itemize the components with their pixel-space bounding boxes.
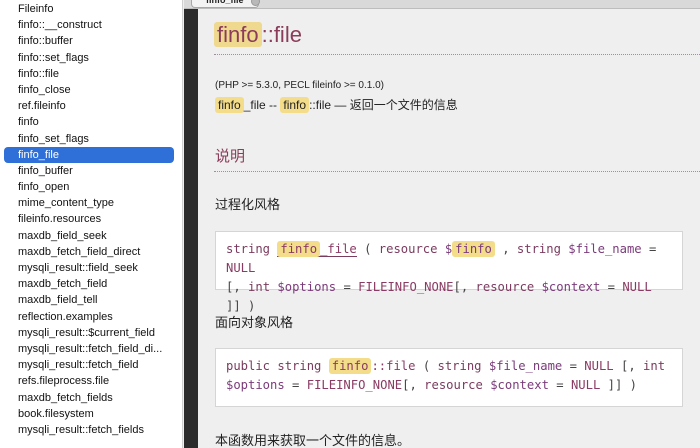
search-highlight: finfo: [277, 241, 321, 257]
method-name-rest: ::file: [371, 359, 416, 373]
param-type: resource: [475, 280, 535, 294]
sidebar-item[interactable]: mysqli_result::field_seek: [0, 260, 182, 276]
param-type: int: [643, 359, 666, 373]
param-default: FILEINFO_NONE: [358, 280, 454, 294]
param-var: $context: [541, 280, 601, 294]
sidebar-list: Fileinfo finfo::__construct finfo::buffer f…: [0, 0, 182, 438]
sidebar-item[interactable]: mysqli_result::fetch_fields: [0, 422, 182, 438]
search-highlight: finfo: [215, 97, 244, 113]
param-var: $file_name: [488, 359, 563, 373]
page-title-rest: ::file: [261, 22, 302, 47]
sidebar-item[interactable]: finfo::__construct: [0, 17, 182, 33]
page-title: finfo::file: [214, 22, 302, 48]
search-highlight: finfo: [214, 22, 262, 47]
sidebar-item[interactable]: finfo_close: [0, 82, 182, 98]
param-default: NULL: [226, 261, 256, 275]
sidebar-divider[interactable]: [184, 0, 198, 448]
procedural-signature: string finfo _file ( resource $ finfo , st…: [215, 231, 683, 313]
tab-bar: finfo_file: [184, 0, 700, 9]
param-type: resource: [378, 242, 438, 256]
title-divider: [214, 54, 700, 55]
close-icon[interactable]: [251, 0, 260, 6]
param-var: $file_name: [568, 242, 642, 256]
sidebar-item[interactable]: refs.fileprocess.file: [0, 373, 182, 389]
param-type: string: [516, 242, 561, 256]
method-name: finfo::file: [328, 358, 416, 374]
modifier: public: [226, 359, 271, 373]
param-var: $context: [490, 378, 549, 392]
param-type: resource: [424, 378, 483, 392]
sidebar-item[interactable]: mysqli_result::fetch_field: [0, 357, 182, 373]
sidebar-item[interactable]: finfo_buffer: [0, 163, 182, 179]
tab-finfo-file[interactable]: finfo_file: [191, 0, 259, 8]
return-type: string: [226, 242, 271, 256]
search-highlight: finfo: [280, 97, 310, 113]
section-divider: [214, 171, 700, 172]
refname: finfo _file -- finfo::file — 返回一个文件的信息: [215, 96, 458, 113]
param-type: string: [437, 359, 482, 373]
sidebar-item[interactable]: finfo_set_flags: [0, 131, 182, 147]
procedural-style-label: 过程化风格: [215, 197, 281, 212]
search-highlight: finfo: [328, 358, 372, 374]
sidebar-item[interactable]: ref.fileinfo: [0, 98, 182, 114]
sidebar-item[interactable]: finfo::file: [0, 66, 182, 82]
refname-text: ::file — 返回一个文件的信息: [309, 98, 458, 112]
sidebar-item[interactable]: finfo_open: [0, 179, 182, 195]
sidebar: Fileinfo finfo::__construct finfo::buffer f…: [0, 0, 183, 448]
param-type: int: [248, 280, 271, 294]
sidebar-item[interactable]: mysqli_result::$current_field: [0, 325, 182, 341]
sidebar-item[interactable]: finfo::buffer: [0, 33, 182, 49]
oo-style-label: 面向对象风格: [215, 315, 294, 330]
sidebar-item[interactable]: book.filesystem: [0, 406, 182, 422]
sidebar-item[interactable]: finfo: [0, 114, 182, 130]
sidebar-item[interactable]: maxdb_fetch_fields: [0, 390, 182, 406]
sidebar-item[interactable]: fileinfo.resources: [0, 211, 182, 227]
param-var: $options: [277, 280, 337, 294]
oo-signature: public string finfo::file ( string $file…: [215, 348, 683, 407]
sidebar-item[interactable]: Fileinfo: [0, 1, 182, 17]
return-type: string: [277, 359, 322, 373]
refname-text: _file --: [243, 98, 281, 112]
sidebar-item[interactable]: mime_content_type: [0, 195, 182, 211]
param-default: NULL: [570, 378, 601, 392]
search-highlight: finfo: [452, 241, 495, 257]
sidebar-item[interactable]: reflection.examples: [0, 309, 182, 325]
sidebar-item[interactable]: maxdb_field_seek: [0, 228, 182, 244]
sidebar-item[interactable]: maxdb_fetch_field_direct: [0, 244, 182, 260]
sidebar-item[interactable]: maxdb_field_tell: [0, 292, 182, 308]
function-name-link[interactable]: finfo _file: [277, 241, 357, 257]
param-default: NULL: [622, 280, 652, 294]
description-text: 本函数用来获取一个文件的信息。: [215, 433, 411, 448]
tab-label: finfo_file: [206, 0, 244, 5]
sidebar-item[interactable]: finfo::set_flags: [0, 50, 182, 66]
sidebar-item[interactable]: finfo_file: [4, 146, 174, 163]
doc-content: finfo::file (PHP >= 5.3.0, PECL fileinfo…: [198, 9, 700, 448]
param-default: FILEINFO_NONE: [306, 378, 403, 392]
param-default: NULL: [584, 359, 614, 373]
function-name-rest: _file: [320, 242, 357, 256]
sidebar-item[interactable]: mysqli_result::fetch_field_di...: [0, 341, 182, 357]
section-title: 说明: [215, 148, 246, 165]
param-var: $options: [226, 378, 285, 392]
sidebar-item[interactable]: maxdb_fetch_field: [0, 276, 182, 292]
version-info: (PHP >= 5.3.0, PECL fileinfo >= 0.1.0): [215, 80, 384, 91]
